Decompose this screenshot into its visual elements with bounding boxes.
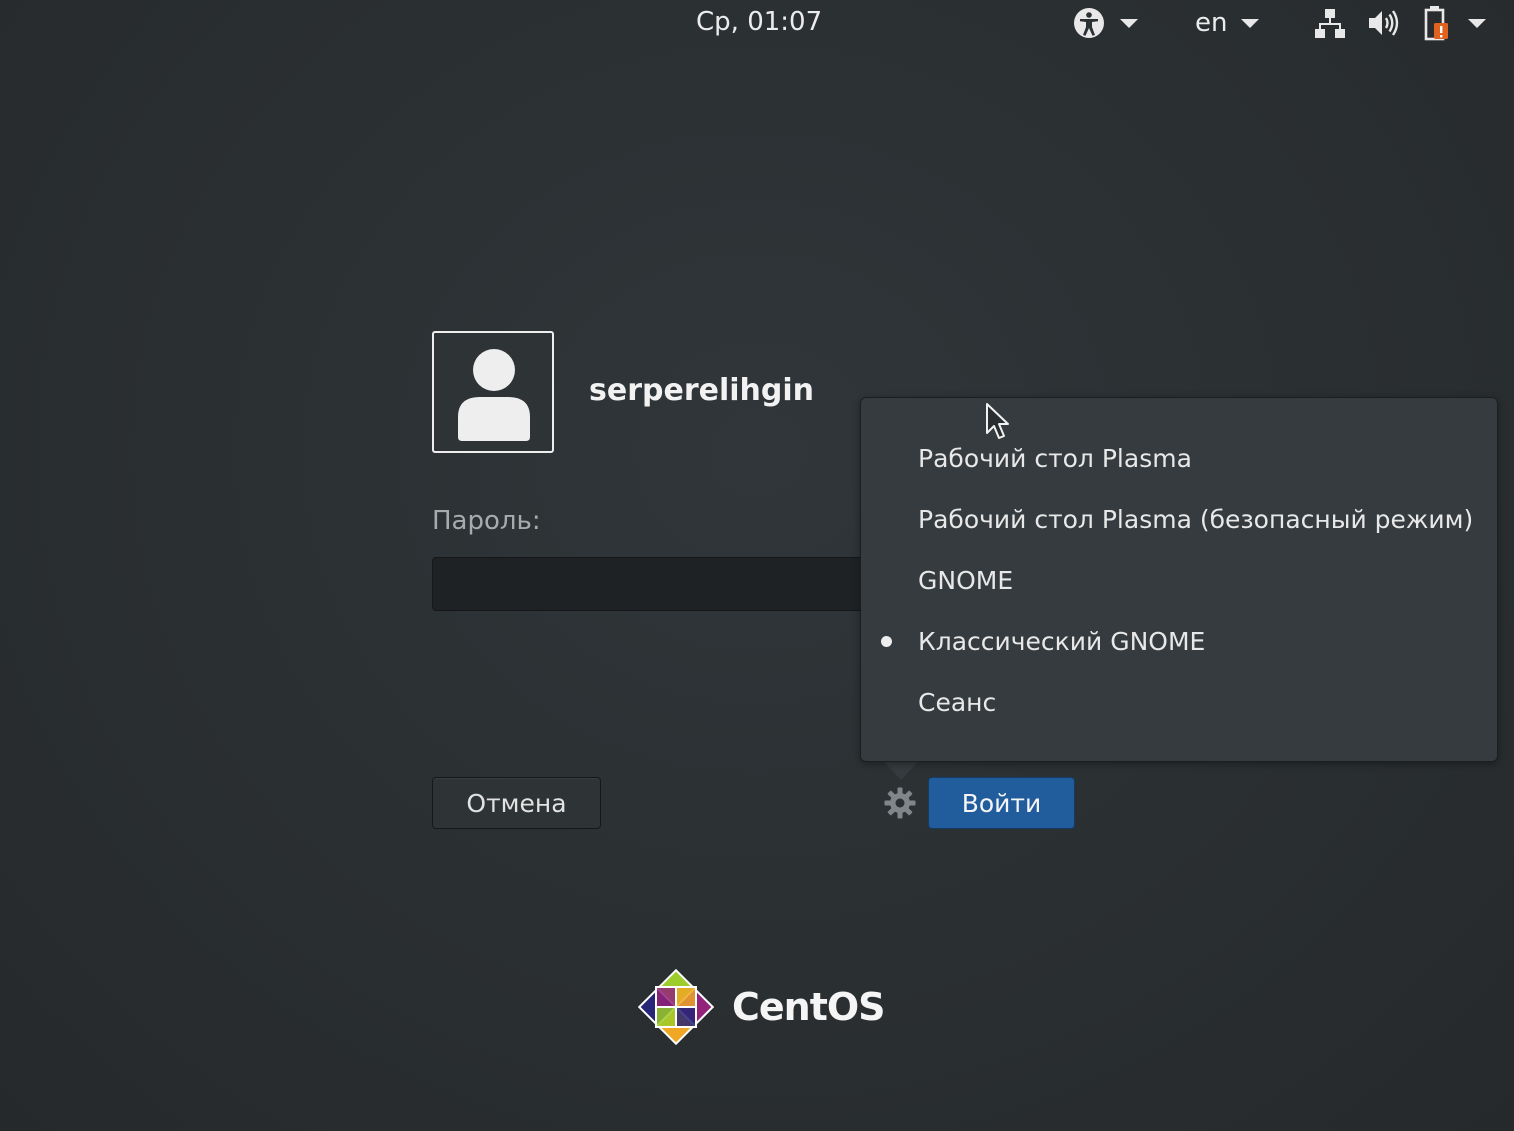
session-item-gnome-classic[interactable]: Классический GNOME — [861, 612, 1497, 670]
cancel-button[interactable]: Отмена — [432, 777, 601, 829]
session-item-label: Рабочий стол Plasma — [918, 443, 1192, 473]
language-menu[interactable]: en — [1195, 4, 1260, 42]
session-item-label: GNOME — [918, 565, 1014, 595]
password-label: Пароль: — [432, 506, 541, 536]
accessibility-menu[interactable] — [1072, 4, 1138, 42]
clock[interactable]: Ср, 01:07 — [696, 4, 822, 40]
session-item-label: Классический GNOME — [918, 626, 1206, 656]
top-bar: Ср, 01:07 en — [0, 0, 1514, 46]
centos-logo-icon — [637, 968, 715, 1046]
session-item-session[interactable]: Сеанс — [861, 673, 1497, 731]
session-item-label: Рабочий стол Plasma (безопасный режим) — [918, 504, 1474, 534]
centos-logo: CentOS — [634, 964, 886, 1050]
session-item-plasma[interactable]: Рабочий стол Plasma — [861, 429, 1497, 487]
accessibility-icon — [1074, 8, 1104, 38]
session-menu-pointer — [883, 761, 919, 780]
login-button[interactable]: Войти — [928, 777, 1075, 829]
selected-dot-icon — [881, 635, 892, 647]
brand-name: CentOS — [732, 985, 886, 1029]
language-label: en — [1195, 8, 1228, 38]
user-avatar — [432, 331, 554, 453]
battery-icon — [1424, 6, 1448, 41]
system-status-menu[interactable] — [1314, 4, 1486, 42]
gear-icon[interactable] — [883, 786, 917, 820]
session-item-gnome[interactable]: GNOME — [861, 551, 1497, 609]
chevron-down-icon — [1241, 18, 1260, 28]
mouse-pointer-icon — [986, 403, 1009, 439]
chevron-down-icon — [1120, 18, 1138, 28]
session-item-plasma-safe[interactable]: Рабочий стол Plasma (безопасный режим) — [861, 490, 1497, 548]
session-menu: Рабочий стол Plasma Рабочий стол Plasma … — [860, 397, 1498, 762]
chevron-down-icon — [1468, 18, 1486, 28]
volume-icon — [1369, 10, 1399, 36]
session-item-label: Сеанс — [918, 687, 997, 717]
user-icon — [458, 349, 530, 441]
username: serperelihgin — [589, 373, 814, 408]
network-icon — [1315, 9, 1345, 38]
